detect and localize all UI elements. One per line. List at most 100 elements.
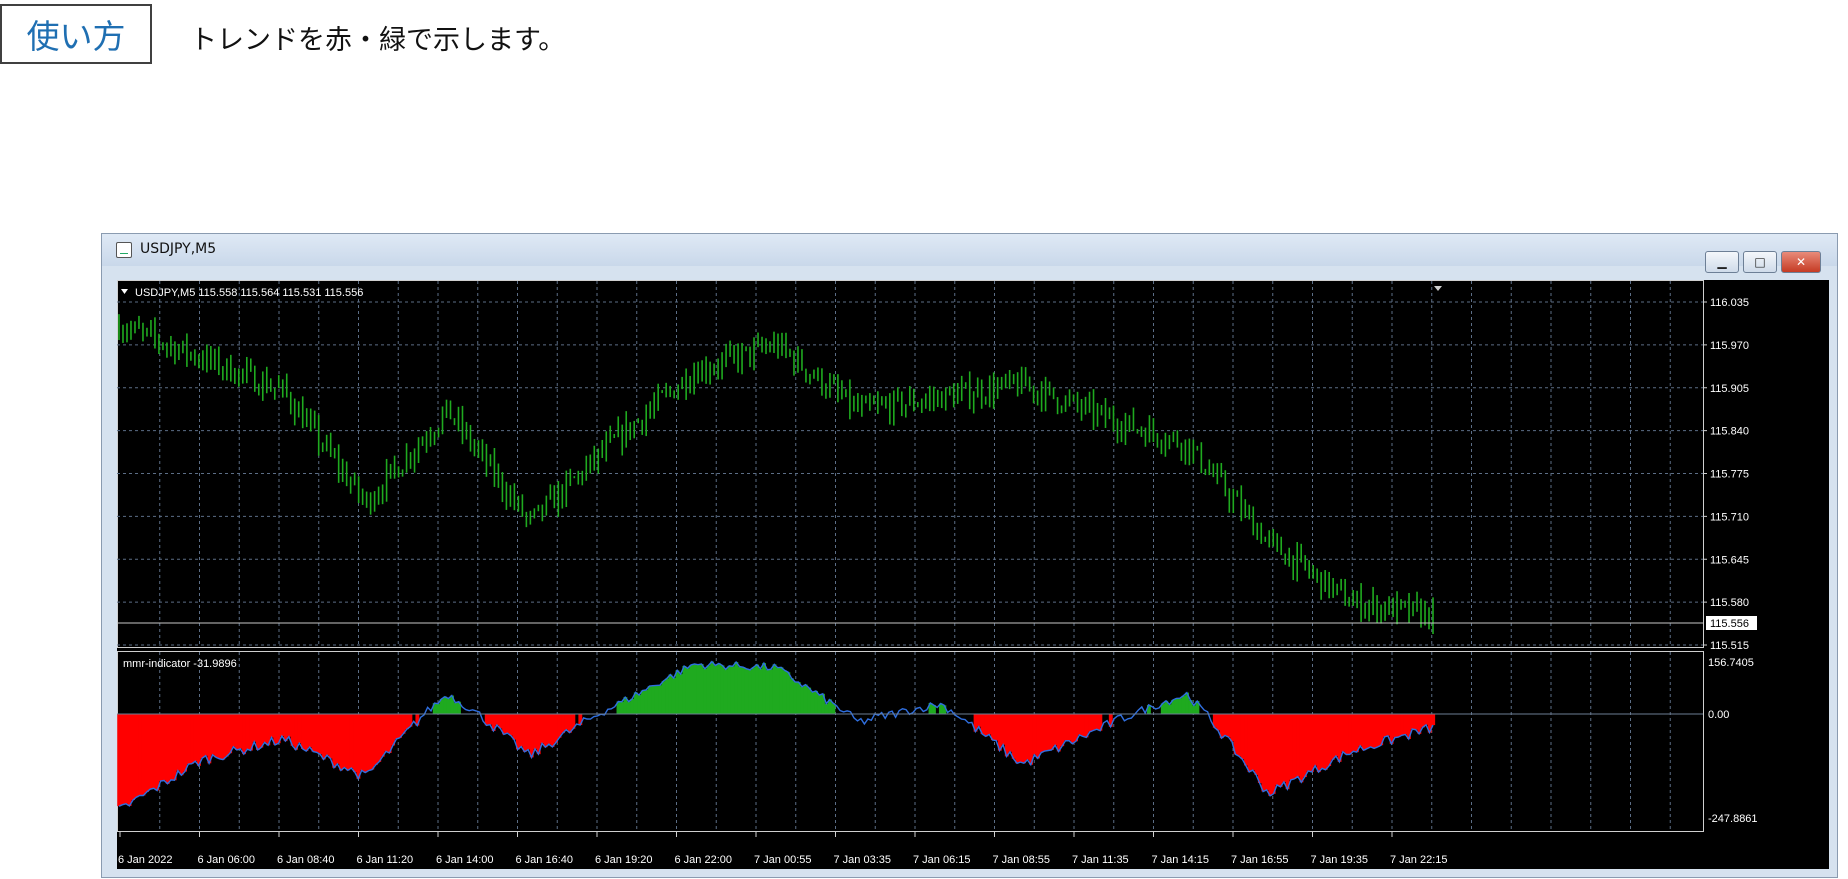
histogram-bar — [158, 714, 163, 781]
histogram-bar — [1250, 714, 1255, 771]
histogram-bar — [710, 661, 714, 714]
dropdown-arrow-icon[interactable] — [121, 289, 128, 294]
histogram-bar — [335, 714, 340, 764]
histogram-bar — [824, 703, 829, 714]
histogram-bar — [325, 714, 330, 756]
histogram-bar — [626, 701, 631, 714]
indicator-tick-label: -247.8861 — [1708, 813, 1758, 825]
histogram-bar — [1354, 714, 1359, 753]
histogram-bar — [647, 686, 652, 714]
histogram-bar — [332, 714, 337, 768]
histogram-bar — [769, 669, 773, 714]
histogram-bar — [984, 714, 988, 737]
histogram-bar — [117, 714, 122, 807]
histogram-bar — [1320, 714, 1325, 769]
histogram-bar — [1261, 714, 1266, 792]
current-price-label: 115.556 — [1710, 618, 1749, 630]
time-tick-label: 6 Jan 2022 — [118, 854, 172, 866]
histogram-bar — [1181, 695, 1186, 714]
histogram-bar — [515, 714, 520, 750]
histogram-bar — [765, 669, 770, 714]
symbol-info: USDJPY,M5 115.558 115.564 115.531 115.55… — [135, 287, 363, 299]
histogram-bar — [789, 678, 794, 714]
histogram-bar — [1361, 714, 1366, 751]
histogram-bar — [744, 668, 749, 714]
histogram-bar — [353, 714, 357, 773]
histogram-bar — [540, 714, 545, 744]
histogram-bar — [1400, 714, 1404, 736]
histogram-bar — [509, 714, 513, 736]
histogram-bar — [162, 714, 167, 781]
histogram-bar — [519, 714, 524, 747]
histogram-bar — [339, 714, 344, 771]
histogram-bar — [387, 714, 392, 754]
histogram-bar — [1063, 714, 1068, 741]
histogram-bar — [1070, 714, 1075, 744]
minimize-button[interactable]: ▁ — [1705, 251, 1739, 273]
chart-shift-marker[interactable] — [1434, 286, 1442, 291]
time-tick-label: 6 Jan 22:00 — [675, 854, 733, 866]
indicator-tick-label: 0.00 — [1708, 709, 1729, 721]
chart-window[interactable]: USDJPY,M5 ▁ □ ✕ USDJPY,M5 115.558 115.56… — [101, 233, 1838, 878]
histogram-bar — [699, 664, 704, 714]
histogram-bar — [273, 714, 278, 745]
price-tick-label: 115.775 — [1710, 469, 1749, 481]
histogram-bar — [269, 714, 274, 738]
histogram-bar — [640, 690, 645, 714]
histogram-bar — [727, 665, 732, 714]
time-tick-label: 7 Jan 03:35 — [834, 854, 892, 866]
histogram-bar — [1285, 714, 1290, 790]
window-titlebar[interactable]: USDJPY,M5 ▁ □ ✕ — [102, 234, 1837, 273]
histogram-bar — [165, 714, 170, 784]
histogram-bar — [512, 714, 517, 740]
histogram-bar — [1029, 714, 1033, 765]
histogram-bar — [1011, 714, 1016, 759]
histogram-bar — [1386, 714, 1391, 736]
histogram-bar — [287, 714, 292, 737]
histogram-bar — [682, 665, 687, 714]
histogram-bar — [231, 714, 236, 747]
histogram-bar — [210, 714, 215, 755]
chart-window-icon — [116, 242, 132, 258]
histogram-bar — [1389, 714, 1394, 744]
histogram-bar — [1094, 714, 1099, 730]
histogram-bar — [723, 669, 728, 714]
histogram-bar — [1039, 714, 1044, 753]
histogram-bar — [193, 714, 198, 762]
chart-svg[interactable]: USDJPY,M5 115.558 115.564 115.531 115.55… — [117, 280, 1829, 869]
histogram-bar — [356, 714, 361, 779]
histogram-bar — [304, 714, 309, 752]
maximize-button[interactable]: □ — [1743, 251, 1777, 273]
histogram-bar — [1341, 714, 1345, 752]
candles-layer — [118, 314, 1434, 635]
histogram-bar — [221, 714, 226, 760]
chart-area[interactable]: USDJPY,M5 115.558 115.564 115.531 115.55… — [117, 280, 1829, 869]
histogram-bar — [800, 686, 805, 714]
histogram-bar — [384, 714, 389, 752]
histogram-bar — [1046, 714, 1051, 751]
histogram-bar — [498, 714, 503, 729]
time-tick-label: 7 Jan 00:55 — [754, 854, 812, 866]
histogram-bar — [1257, 714, 1262, 784]
close-button[interactable]: ✕ — [1781, 251, 1821, 273]
histogram-bar — [817, 694, 822, 714]
histogram-bar — [1178, 698, 1183, 714]
histogram-bar — [252, 714, 257, 742]
histogram-bar — [543, 714, 548, 748]
histogram-bar — [814, 690, 819, 714]
histogram-bar — [1403, 714, 1408, 735]
histogram-bar — [172, 714, 177, 781]
histogram-bar — [301, 714, 305, 749]
histogram-bar — [1424, 714, 1429, 725]
histogram-bar — [131, 714, 136, 801]
histogram-bar — [803, 684, 808, 714]
histogram-bar — [1018, 714, 1023, 763]
histogram-bar — [1254, 714, 1259, 775]
histogram-bar — [398, 714, 402, 738]
histogram-bar — [380, 714, 385, 757]
histogram-bar — [238, 714, 243, 749]
histogram-bar — [1042, 714, 1047, 752]
histogram-bar — [994, 714, 999, 741]
histogram-bar — [1327, 714, 1332, 766]
histogram-bar — [1001, 714, 1006, 745]
